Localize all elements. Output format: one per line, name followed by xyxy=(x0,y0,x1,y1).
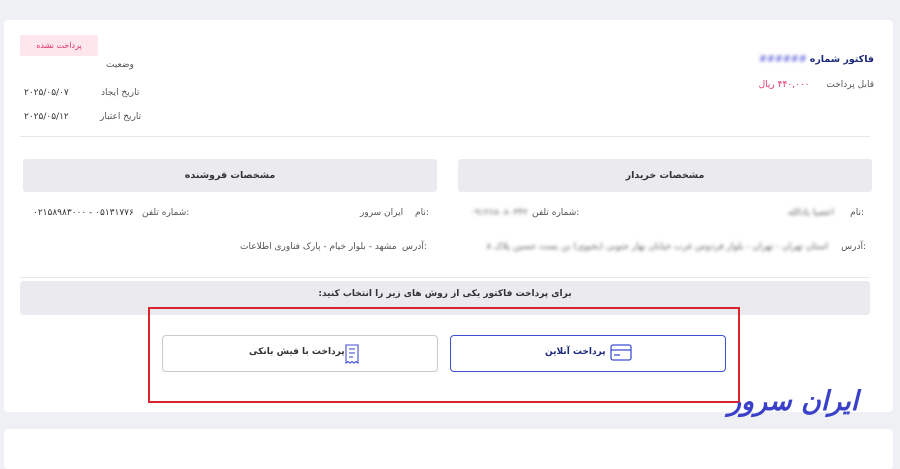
payment-instruction: برای پرداخت فاکتور یکی از روش های زیر را… xyxy=(318,289,572,299)
invoice-number: ###### xyxy=(758,54,807,65)
created-label: تاریخ ایجاد xyxy=(101,88,140,98)
status-label: وضعیت xyxy=(106,60,134,70)
seller-name-label: نام: xyxy=(415,208,429,218)
buyer-name-label: نام: xyxy=(850,208,864,218)
buyer-name: اعضیا یادالله xyxy=(787,208,834,218)
seller-address: مشهد - بلوار خیام - پارک فناوری اطلاعات xyxy=(240,242,397,252)
seller-phone-label: شماره تلفن: xyxy=(142,208,190,218)
buyer-phone: ۰۹۱۲۶۸۰۸۰۳۴۲ xyxy=(470,208,529,218)
payable-currency: ریال xyxy=(758,80,775,90)
buyer-address: استان تهران - تهران - بلوار فردوس غرب خی… xyxy=(486,242,828,252)
seller-phone: ۰۵۱۳۱۷۷۶ - ۰۲۱۵۸۹۸۳۰۰۰ xyxy=(33,208,134,218)
invoice-title: ###### فاکتور شماره xyxy=(758,54,874,65)
iranserver-logo: ایران سرور xyxy=(728,386,859,417)
payable-amount: ۴۴۰,۰۰۰ xyxy=(777,80,810,90)
payment-methods-highlight xyxy=(148,307,740,403)
due-date: ۲۰۲۵/۰۵/۱۲ xyxy=(24,112,69,122)
due-label: تاریخ اعتبار xyxy=(100,112,142,122)
payable-row: قابل پرداخت ۴۴۰,۰۰۰ ریال xyxy=(758,80,874,90)
next-card xyxy=(4,429,893,469)
status-badge: پرداخت نشده xyxy=(20,35,98,56)
created-date: ۲۰۲۵/۰۵/۰۷ xyxy=(24,88,69,98)
header-divider xyxy=(20,136,870,137)
buyer-heading: مشخصات خریدار xyxy=(458,159,872,192)
seller-name: ایران سرور xyxy=(360,208,404,218)
section-divider xyxy=(20,277,870,278)
seller-address-label: آدرس: xyxy=(402,242,427,252)
seller-heading: مشخصات فروشنده xyxy=(23,159,437,192)
buyer-address-label: آدرس: xyxy=(841,242,866,252)
buyer-phone-label: شماره تلفن: xyxy=(532,208,580,218)
